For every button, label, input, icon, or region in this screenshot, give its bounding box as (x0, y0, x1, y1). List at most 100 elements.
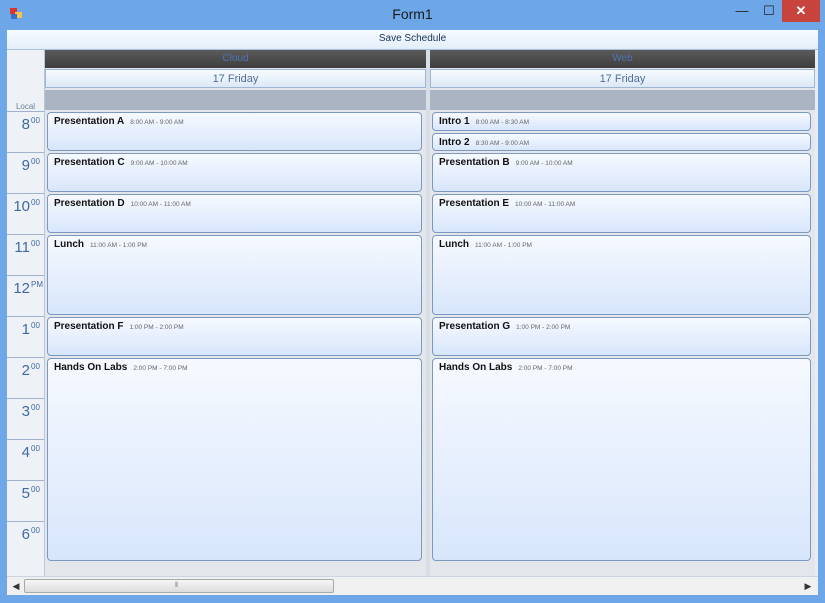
hour-row: 10 00 (7, 193, 44, 235)
hour-row: 4 00 (7, 439, 44, 481)
appointment-time: 11:00 AM - 1:00 PM (475, 242, 532, 249)
appointment-subject: Lunch 11:00 AM - 1:00 PM (54, 239, 147, 250)
hour-suffix: PM (31, 280, 43, 289)
day-header[interactable]: 17 Friday (430, 69, 815, 88)
close-button[interactable]: ✕ (782, 0, 820, 22)
appointment-title: Lunch (54, 239, 84, 250)
appointment-title: Presentation D (54, 198, 125, 209)
app-window: Form1 — ☐ ✕ Save Schedule Local 8 00 9 00 10… (0, 0, 825, 603)
maximize-button[interactable]: ☐ (757, 0, 781, 22)
appointment-time: 9:00 AM - 10:00 AM (130, 160, 188, 167)
appointment-time: 1:00 PM - 2:00 PM (516, 324, 571, 331)
hour-label: 5 (21, 485, 30, 502)
appointment-time: 2:00 PM - 7:00 PM (133, 365, 188, 372)
hour-label: 11 (14, 239, 30, 256)
grip-icon: ⦀ (175, 582, 179, 589)
schedule-view: Local 8 00 9 00 10 00 11 00 12 PM 1 00 2 00 3 00 4 00 5 00 6… (7, 50, 818, 576)
appointment[interactable]: Presentation C 9:00 AM - 10:00 AM (47, 153, 422, 192)
hour-suffix: 00 (31, 157, 40, 166)
save-schedule-button[interactable]: Save Schedule (7, 33, 818, 44)
appointment-subject: Presentation B 9:00 AM - 10:00 AM (439, 157, 573, 168)
scroll-left-arrow-icon[interactable]: ◀ (9, 579, 23, 593)
appointment-title: Presentation A (54, 116, 125, 127)
resource-column-web: Web 17 Friday Intro 1 8:00 AM - 8:30 AM In… (430, 50, 815, 576)
day-header[interactable]: 17 Friday (45, 69, 426, 88)
appointment[interactable]: Presentation F 1:00 PM - 2:00 PM (47, 317, 422, 356)
appointment-title: Presentation C (54, 157, 125, 168)
appointment-title: Presentation G (439, 321, 511, 332)
appointment-subject: Intro 2 8:30 AM - 9:00 AM (439, 137, 529, 148)
appointment-subject: Presentation G 1:00 PM - 2:00 PM (439, 321, 570, 332)
hour-label: 9 (21, 157, 30, 174)
toolbar: Save Schedule (7, 30, 818, 50)
hour-row: 8 00 (7, 111, 44, 153)
appointment-subject: Presentation D 10:00 AM - 11:00 AM (54, 198, 191, 209)
all-day-area[interactable] (430, 90, 815, 110)
appointment-time: 1:00 PM - 2:00 PM (129, 324, 184, 331)
appointment-time: 9:00 AM - 10:00 AM (515, 160, 573, 167)
appointment[interactable]: Lunch 11:00 AM - 1:00 PM (47, 235, 422, 315)
appointment-subject: Presentation C 9:00 AM - 10:00 AM (54, 157, 188, 168)
appointment-title: Presentation E (439, 198, 510, 209)
window-title: Form1 (392, 6, 433, 22)
all-day-area[interactable] (45, 90, 426, 110)
time-ruler: Local 8 00 9 00 10 00 11 00 12 PM 1 00 2 00 3 00 4 00 5 00 6… (7, 50, 45, 576)
resource-column-cloud: Cloud 17 Friday Presentation A 8:00 AM - … (45, 50, 426, 576)
hour-suffix: 00 (31, 444, 40, 453)
appointment[interactable]: Presentation E 10:00 AM - 11:00 AM (432, 194, 811, 233)
appointment[interactable]: Intro 2 8:30 AM - 9:00 AM (432, 132, 811, 151)
resource-header[interactable]: Cloud (45, 50, 426, 68)
hour-label: 1 (21, 321, 30, 338)
appointment[interactable]: Presentation B 9:00 AM - 10:00 AM (432, 153, 811, 192)
hour-label: 6 (21, 526, 30, 543)
appointment-title: Presentation F (54, 321, 124, 332)
minimize-button[interactable]: — (730, 0, 754, 22)
appointment[interactable]: Presentation D 10:00 AM - 11:00 AM (47, 194, 422, 233)
scroll-thumb[interactable]: ⦀ (24, 579, 334, 593)
client-area: Save Schedule Local 8 00 9 00 10 00 11 00 12 PM 1 0… (7, 30, 818, 595)
appointment[interactable]: Hands On Labs 2:00 PM - 7:00 PM (432, 358, 811, 561)
appointment-time: 10:00 AM - 11:00 AM (515, 201, 576, 208)
hour-suffix: 00 (31, 526, 40, 535)
hour-suffix: 00 (31, 239, 40, 248)
appointment-subject: Presentation E 10:00 AM - 11:00 AM (439, 198, 575, 209)
hour-row: 11 00 (7, 234, 44, 276)
hour-label: 10 (13, 198, 30, 215)
appointment[interactable]: Lunch 11:00 AM - 1:00 PM (432, 235, 811, 315)
appointment-time: 8:00 AM - 8:30 AM (475, 119, 530, 126)
appointment-time: 8:00 AM - 9:00 AM (130, 119, 184, 126)
hour-suffix: 00 (31, 321, 40, 330)
hour-row: 12 PM (7, 275, 44, 317)
hour-row: 6 00 (7, 521, 44, 563)
horizontal-scrollbar[interactable]: ◀ ⦀ ▶ (7, 576, 818, 595)
hour-suffix: 00 (31, 403, 40, 412)
resource-header[interactable]: Web (430, 50, 815, 68)
hour-label: 4 (21, 444, 30, 461)
hour-label: 8 (21, 116, 30, 133)
appointment-time: 11:00 AM - 1:00 PM (90, 242, 147, 249)
appointment[interactable]: Presentation A 8:00 AM - 9:00 AM (47, 112, 422, 151)
hour-row: 1 00 (7, 316, 44, 358)
title-bar[interactable]: Form1 — ☐ ✕ (0, 0, 825, 30)
appointment-title: Presentation B (439, 157, 510, 168)
appointment[interactable]: Intro 1 8:00 AM - 8:30 AM (432, 112, 811, 131)
scroll-right-arrow-icon[interactable]: ▶ (801, 579, 815, 593)
hour-label: 3 (21, 403, 30, 420)
appointment-title: Intro 2 (439, 136, 470, 148)
hour-row: 5 00 (7, 480, 44, 522)
appointment-title: Lunch (439, 239, 469, 250)
appointment-title: Hands On Labs (439, 362, 513, 373)
appointment-subject: Lunch 11:00 AM - 1:00 PM (439, 239, 532, 250)
appointment-subject: Presentation F 1:00 PM - 2:00 PM (54, 321, 184, 332)
timezone-label: Local (15, 102, 36, 111)
appointment[interactable]: Hands On Labs 2:00 PM - 7:00 PM (47, 358, 422, 561)
appointment-time: 8:30 AM - 9:00 AM (475, 139, 530, 147)
appointment-title: Hands On Labs (54, 362, 128, 373)
hour-suffix: 00 (31, 198, 40, 207)
appointment-title: Intro 1 (439, 116, 470, 127)
appointment[interactable]: Presentation G 1:00 PM - 2:00 PM (432, 317, 811, 356)
hour-row: 3 00 (7, 398, 44, 440)
appointment-subject: Hands On Labs 2:00 PM - 7:00 PM (439, 362, 573, 373)
hour-suffix: 00 (31, 116, 40, 125)
appointment-subject: Presentation A 8:00 AM - 9:00 AM (54, 116, 184, 127)
